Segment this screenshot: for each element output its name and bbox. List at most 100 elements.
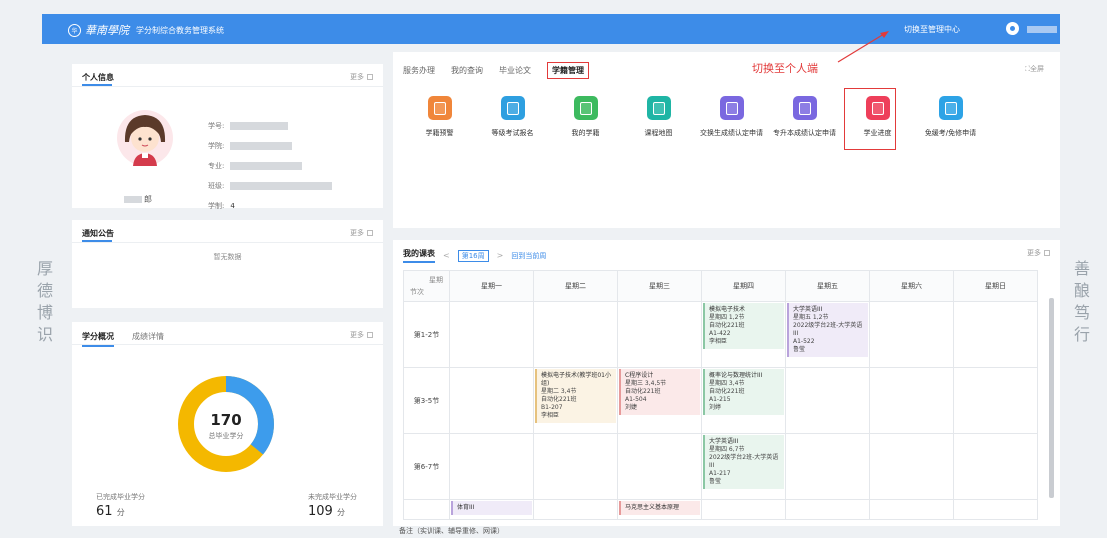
logo[interactable]: 华 華南學院 学分制综合教务管理系统: [68, 22, 224, 38]
highlight-box: [844, 88, 896, 150]
course-detail: 星期三 3,4,5节: [625, 380, 667, 387]
fullscreen-button[interactable]: ⛶全屏: [1025, 64, 1044, 74]
app-icon: [938, 96, 963, 120]
corner-slot-label: 节次: [410, 288, 424, 296]
more-icon: [1044, 250, 1050, 256]
name-suffix: 郎: [144, 195, 152, 204]
more-label: 更多: [350, 73, 364, 81]
timetable-cell: [953, 367, 1038, 434]
tab-my-queries[interactable]: 我的查询: [451, 65, 483, 76]
top-bar: 华 華南學院 学分制综合教务管理系统 切换至管理中心: [42, 14, 1060, 44]
app-icon: [646, 96, 671, 120]
day-header: 星期二: [533, 270, 618, 302]
timetable-cell: [701, 499, 786, 520]
schedule-scrollbar[interactable]: [1049, 298, 1054, 498]
app-icon: [500, 96, 525, 120]
fullscreen-label: 全屏: [1030, 65, 1044, 73]
course-card[interactable]: 概率论与数理统计III 星期四 3,4节 自动化221班 A1-215 刘婷: [703, 369, 784, 415]
course-card[interactable]: 大学英语III 星期四 6,7节 2022级学台2班-大学英语III A1-217 鲁莹: [703, 435, 784, 489]
prev-week-icon[interactable]: <: [443, 251, 450, 260]
course-card[interactable]: C程序设计 星期三 3,4,5节 自动化221班 A1-504 刘婕: [619, 369, 700, 415]
user-name[interactable]: [1027, 26, 1057, 33]
course-detail: 星期四 6,7节: [709, 446, 745, 453]
app-tile[interactable]: 免缓考/免修申请: [914, 96, 987, 138]
document-icon: [506, 101, 519, 115]
app-tile[interactable]: 学业进度: [841, 88, 914, 150]
timetable-cell: 大学英语III 星期五 1,2节 2022级学台2班-大学英语III A1-522 鲁莹: [785, 301, 870, 368]
timetable-corner: 星期 节次: [403, 270, 450, 302]
user-avatar-icon[interactable]: [1006, 22, 1019, 35]
tab-student-status[interactable]: 学籍管理: [547, 62, 589, 79]
motto-left: 厚 德 博 识: [36, 258, 54, 346]
course-card[interactable]: 体育III: [451, 501, 532, 515]
timetable-cell: [953, 433, 1038, 500]
more-link[interactable]: 更多: [1027, 248, 1050, 258]
course-name: C程序设计: [625, 372, 654, 379]
tab-services[interactable]: 服务办理: [403, 65, 435, 76]
switch-admin-link[interactable]: 切换至管理中心: [904, 24, 960, 35]
app-icon: [719, 96, 744, 120]
next-week-icon[interactable]: >: [497, 251, 504, 260]
course-card[interactable]: 大学英语III 星期五 1,2节 2022级学台2班-大学英语III A1-522 鲁莹: [787, 303, 868, 357]
motto-char: 行: [1073, 325, 1090, 344]
timetable-cell: [617, 301, 702, 368]
app-tile[interactable]: 专升本成绩认定申请: [768, 96, 841, 138]
back-to-current-week-link[interactable]: 回到当前周: [511, 251, 546, 261]
timetable-cell: [869, 301, 954, 368]
more-link[interactable]: 更多: [350, 330, 373, 340]
service-panel: 服务办理 我的查询 毕业论文 学籍管理 ⛶全屏 学籍预警 等级考试报名 我的学籍 课程…: [393, 52, 1060, 228]
timetable-row: 第1-2节 模拟电子技术 星期四 1,2节 自动化221班 A1-422 李相臣 大学英语I…: [403, 301, 1038, 368]
app-icon: [427, 96, 452, 120]
app-tile[interactable]: 我的学籍: [549, 96, 622, 138]
redacted-value: [230, 122, 289, 130]
course-detail: 刘婷: [709, 404, 722, 411]
course-detail: 2022级学台2班-大学英语III: [709, 454, 779, 469]
course-card[interactable]: 马克思主义基本原理: [619, 501, 700, 515]
course-detail: 星期四 3,4节: [709, 380, 745, 387]
app-label: 学籍预警: [425, 129, 454, 137]
course-name: 大学英语III: [709, 438, 739, 445]
field-label: 学院:: [208, 142, 225, 150]
app-tile[interactable]: 交换生成绩认定申请: [695, 96, 768, 138]
schedule-card: 我的课表 < 第16周 > 回到当前周 更多 星期 节次 星期一 星期二 星期三 星期四星…: [393, 240, 1060, 526]
timetable-cell: [869, 499, 954, 520]
timetable-row: 第6-7节 大学英语III 星期四 6,7节 2022级学台2班-大学英语III A1-…: [403, 433, 1038, 500]
timetable-cell: [617, 433, 702, 500]
course-card[interactable]: 模拟电子技术 星期四 1,2节 自动化221班 A1-422 李相臣: [703, 303, 784, 349]
course-name: 马克思主义基本原理: [625, 504, 680, 511]
document-icon: [433, 101, 446, 115]
credit-overview-card: 学分概况 成绩详情 更多 170 总毕业学分 已完成毕业学分 61 分 未完成毕…: [72, 322, 383, 526]
course-detail: 李相臣: [541, 412, 560, 419]
app-tile[interactable]: 课程地图: [622, 96, 695, 138]
day-header: 星期日: [953, 270, 1038, 302]
day-header: 星期一: [449, 270, 534, 302]
app-label: 免缓考/免修申请: [924, 129, 977, 137]
timetable-cell: [785, 433, 870, 500]
remaining-value-row: 109 分: [308, 504, 357, 519]
app-label: 课程地图: [644, 129, 673, 137]
brand-name: 華南學院: [85, 24, 129, 37]
completed-credits: 已完成毕业学分 61 分: [96, 492, 145, 519]
course-name: 概率论与数理统计III: [709, 372, 763, 379]
course-card[interactable]: 模拟电子技术(教学班01小组) 星期二 3,4节 自动化221班 B1-207 李相臣: [535, 369, 616, 423]
field-label: 专业:: [208, 162, 225, 170]
motto-char: 善: [1073, 259, 1090, 278]
remaining-value: 109: [308, 504, 333, 519]
tab-thesis[interactable]: 毕业论文: [499, 65, 531, 76]
remaining-credits: 未完成毕业学分 109 分: [308, 492, 357, 519]
app-tile[interactable]: 等级考试报名: [476, 96, 549, 138]
app-grid: 学籍预警 等级考试报名 我的学籍 课程地图 交换生成绩认定申请 专升本成绩认定申请 学业进度…: [403, 88, 987, 150]
app-tile[interactable]: 学籍预警: [403, 96, 476, 138]
current-week[interactable]: 第16周: [457, 249, 489, 262]
motto-char: 识: [36, 325, 53, 344]
total-credits-value: 170: [210, 411, 241, 429]
app-icon: [792, 96, 817, 120]
field-student-id: 学号:: [208, 116, 332, 136]
more-link[interactable]: 更多: [350, 72, 373, 82]
course-detail: 鲁莹: [709, 478, 722, 485]
more-link[interactable]: 更多: [350, 228, 373, 238]
day-header: 星期五: [785, 270, 870, 302]
timetable-cell: 大学英语III 星期四 6,7节 2022级学台2班-大学英语III A1-217 鲁莹: [701, 433, 786, 500]
more-label: 更多: [350, 229, 364, 237]
timetable-cell: 马克思主义基本原理: [617, 499, 702, 520]
